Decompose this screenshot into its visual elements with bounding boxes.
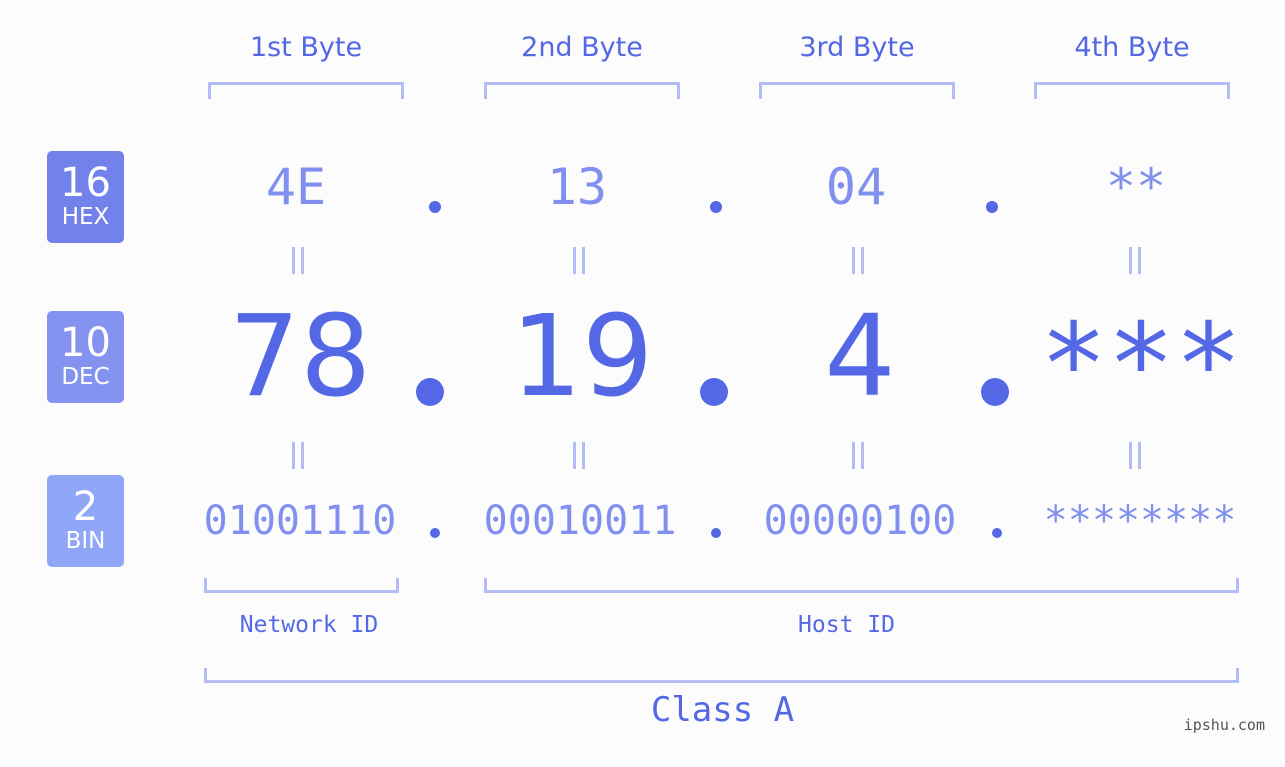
equals-icon xyxy=(850,442,866,469)
byte-header-2: 2nd Byte xyxy=(521,32,643,63)
host-id-label: Host ID xyxy=(798,612,895,638)
bin-dot-2 xyxy=(711,528,721,538)
byte-bracket-1 xyxy=(208,82,404,99)
bin-value-2: 00010011 xyxy=(483,498,677,544)
byte-bracket-3 xyxy=(759,82,955,99)
byte-header-3: 3rd Byte xyxy=(799,32,915,63)
equals-icon xyxy=(290,442,306,469)
hex-value-4: ** xyxy=(1105,158,1167,216)
bin-base: 2 xyxy=(72,484,99,530)
bin-value-1: 01001110 xyxy=(203,498,397,544)
host-id-bracket xyxy=(484,578,1239,593)
byte-header-4: 4th Byte xyxy=(1074,32,1190,63)
equals-icon xyxy=(571,442,587,469)
hex-label: HEX xyxy=(61,204,110,230)
network-id-label: Network ID xyxy=(239,612,379,638)
dec-base: 10 xyxy=(60,320,111,366)
hex-value-1: 4E xyxy=(265,158,327,216)
bin-dot-1 xyxy=(430,528,440,538)
bin-label: BIN xyxy=(65,528,106,554)
dec-dot-1 xyxy=(416,378,444,406)
dec-label: DEC xyxy=(61,364,110,390)
hex-base: 16 xyxy=(60,160,111,206)
equals-icon xyxy=(1127,442,1143,469)
byte-header-1: 1st Byte xyxy=(249,32,363,63)
dec-value-4: *** xyxy=(1039,300,1243,430)
bin-value-3: 00000100 xyxy=(763,498,957,544)
class-bracket xyxy=(204,668,1239,683)
hex-badge: 16 HEX xyxy=(47,151,124,243)
equals-icon xyxy=(290,247,306,274)
byte-bracket-4 xyxy=(1034,82,1230,99)
equals-icon xyxy=(571,247,587,274)
hex-dot-1 xyxy=(429,201,441,213)
dec-dot-2 xyxy=(700,378,728,406)
network-id-bracket xyxy=(204,578,399,593)
dec-badge: 10 DEC xyxy=(47,311,124,403)
equals-icon xyxy=(850,247,866,274)
hex-dot-2 xyxy=(710,201,722,213)
byte-bracket-2 xyxy=(484,82,680,99)
dec-value-2: 19 xyxy=(510,292,654,422)
dec-value-3: 4 xyxy=(824,292,896,422)
hex-value-2: 13 xyxy=(546,158,608,216)
dec-dot-3 xyxy=(981,378,1009,406)
watermark: ipshu.com xyxy=(1183,716,1265,734)
bin-badge: 2 BIN xyxy=(47,475,124,567)
ip-class-label: Class A xyxy=(650,690,795,730)
dec-value-1: 78 xyxy=(228,292,372,422)
bin-dot-3 xyxy=(992,528,1002,538)
hex-dot-3 xyxy=(986,201,998,213)
equals-icon xyxy=(1127,247,1143,274)
hex-value-3: 04 xyxy=(825,158,887,216)
bin-value-4: ******** xyxy=(1043,498,1237,544)
